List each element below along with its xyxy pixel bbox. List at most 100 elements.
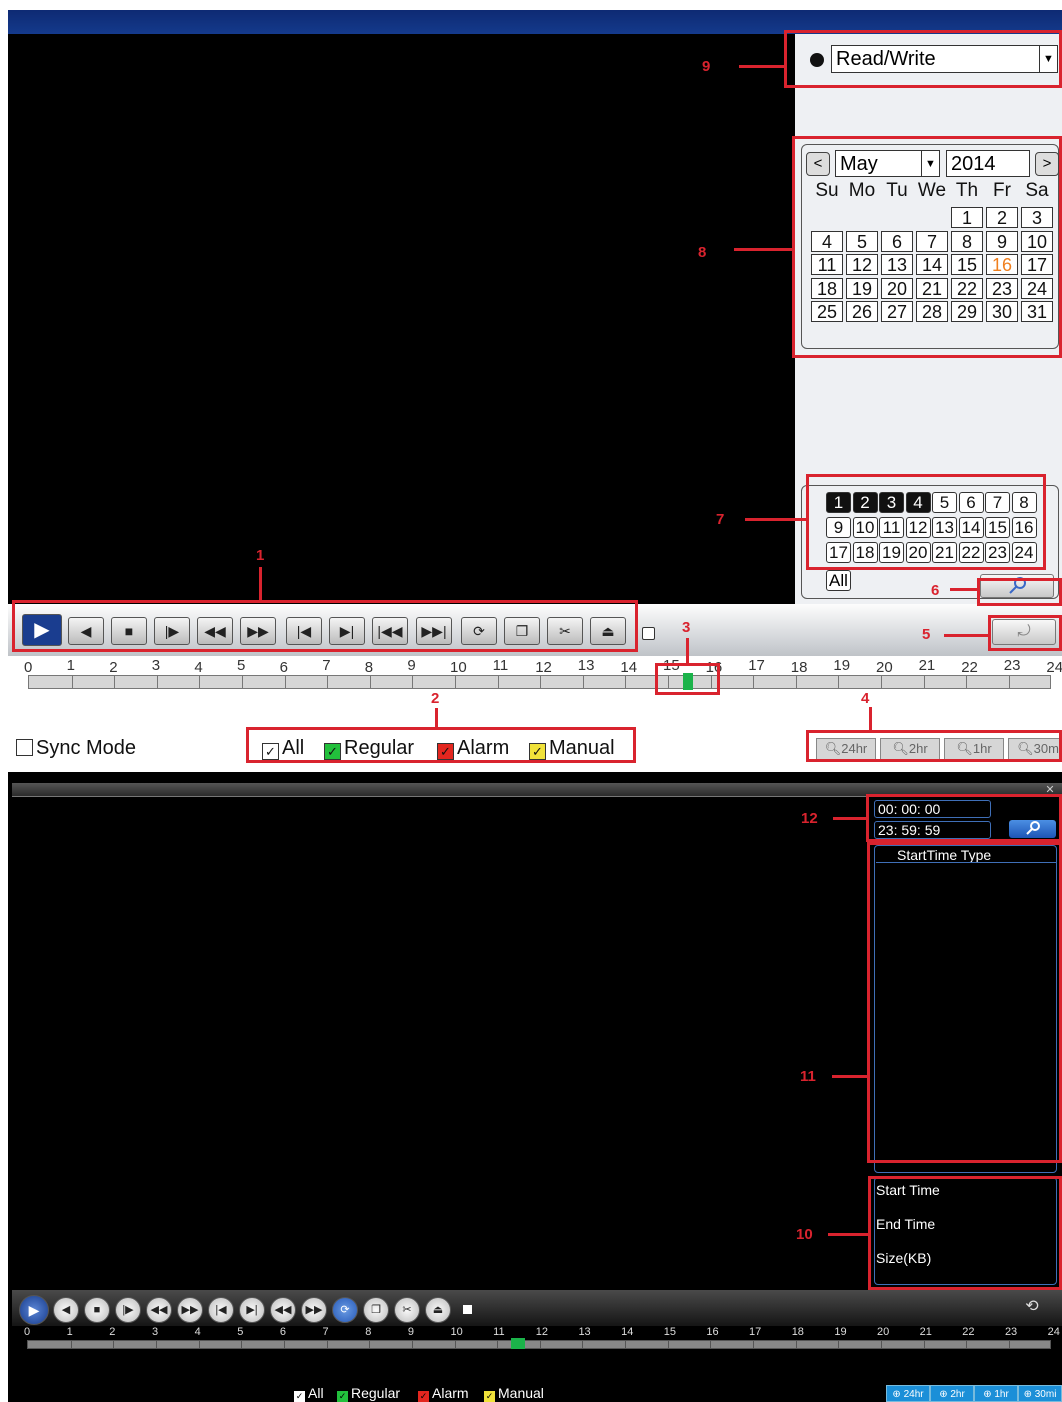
- channel-checkbox[interactable]: 1: [826, 492, 851, 513]
- channel-checkbox[interactable]: 11: [879, 517, 904, 538]
- next-file-button[interactable]: ▶▶|: [416, 617, 452, 645]
- channel-checkbox[interactable]: 24: [1011, 542, 1037, 563]
- channel-checkbox[interactable]: 10: [852, 517, 878, 538]
- clip-scissors-button-2[interactable]: ✂: [394, 1297, 420, 1323]
- sync-indicator-checkbox[interactable]: [642, 627, 655, 640]
- start-time-field[interactable]: 00: 00: 00: [874, 800, 991, 818]
- previous-frame-button[interactable]: |◀: [286, 617, 322, 645]
- calendar-day[interactable]: 19: [846, 277, 878, 299]
- list-toggle-button[interactable]: ⤾: [992, 619, 1056, 645]
- previous-file-button[interactable]: |◀◀: [372, 617, 408, 645]
- filter-alarm-2[interactable]: ✓ Alarm: [418, 1385, 469, 1402]
- calendar-day[interactable]: 28: [916, 301, 948, 322]
- calendar-day[interactable]: 16: [986, 254, 1018, 275]
- loop-button-2[interactable]: ⟳: [332, 1297, 358, 1323]
- zoom-1hr-button[interactable]: 🔍︎1hr: [944, 738, 1004, 760]
- channel-checkbox[interactable]: 17: [826, 542, 851, 563]
- calendar-day[interactable]: 7: [916, 230, 948, 252]
- channel-checkbox[interactable]: 18: [852, 542, 878, 563]
- zoom-30m-button[interactable]: 🔍︎30m: [1008, 738, 1062, 760]
- calendar-day[interactable]: 15: [951, 254, 983, 275]
- previous-file-button-2[interactable]: ◀◀: [270, 1297, 296, 1323]
- calendar-day[interactable]: 21: [916, 277, 948, 299]
- backup-button-2[interactable]: ⏏: [425, 1297, 451, 1323]
- month-select[interactable]: May ▼: [835, 150, 940, 177]
- channel-checkbox[interactable]: 3: [879, 492, 904, 513]
- timeline-bar-2[interactable]: [27, 1340, 1051, 1349]
- frame-step-button-2[interactable]: |▶: [115, 1297, 141, 1323]
- frame-step-button[interactable]: |▶: [154, 617, 190, 645]
- calendar-day[interactable]: 5: [846, 230, 878, 252]
- calendar-day[interactable]: 17: [1021, 254, 1053, 275]
- calendar-day[interactable]: 1: [951, 207, 983, 228]
- timeline-bar[interactable]: [28, 675, 1051, 689]
- video-playback-area-2[interactable]: [12, 798, 867, 1288]
- calendar-day[interactable]: 26: [846, 301, 878, 322]
- calendar-day[interactable]: 25: [811, 301, 843, 322]
- filter-all-2[interactable]: ✓ All: [294, 1385, 324, 1402]
- channel-checkbox[interactable]: 13: [932, 517, 957, 538]
- zoom-1hr-button-2[interactable]: ⊕ 1hr: [974, 1385, 1018, 1402]
- stream-mode-select[interactable]: Read/Write ▼: [831, 45, 1058, 73]
- channel-checkbox[interactable]: 5: [932, 492, 957, 513]
- filter-regular[interactable]: ✓ Regular: [324, 737, 414, 760]
- file-list[interactable]: [874, 845, 1057, 1173]
- calendar-day[interactable]: 30: [986, 301, 1018, 322]
- next-frame-button-2[interactable]: ▶|: [239, 1297, 265, 1323]
- channel-checkbox[interactable]: 14: [958, 517, 984, 538]
- channel-checkbox[interactable]: 22: [958, 542, 984, 563]
- zoom-24hr-button[interactable]: 🔍︎24hr: [816, 738, 876, 760]
- calendar-day[interactable]: 29: [951, 301, 983, 322]
- slow-play-button[interactable]: ◀◀: [197, 617, 233, 645]
- zoom-2hr-button[interactable]: 🔍︎2hr: [880, 738, 940, 760]
- calendar-day[interactable]: 22: [951, 277, 983, 299]
- channel-all-button[interactable]: All: [826, 570, 851, 591]
- calendar-day[interactable]: 2: [986, 207, 1018, 228]
- filter-manual-2[interactable]: ✓ Manual: [484, 1385, 544, 1402]
- channel-checkbox[interactable]: 2: [852, 492, 878, 513]
- calendar-day[interactable]: 20: [881, 277, 913, 299]
- channel-checkbox[interactable]: 4: [905, 492, 931, 513]
- calendar-day[interactable]: 13: [881, 254, 913, 275]
- clip-scissors-button[interactable]: ✂: [547, 617, 583, 645]
- filter-all[interactable]: ✓ All: [262, 737, 304, 760]
- channel-checkbox[interactable]: 7: [985, 492, 1010, 513]
- list-toggle-button-2[interactable]: ⟲: [1010, 1297, 1054, 1317]
- calendar-day[interactable]: 6: [881, 230, 913, 252]
- year-field[interactable]: 2014: [946, 150, 1030, 177]
- reverse-play-button-2[interactable]: ◀: [53, 1297, 79, 1323]
- channel-checkbox[interactable]: 16: [1011, 517, 1037, 538]
- calendar-day[interactable]: 3: [1021, 207, 1053, 228]
- channel-checkbox[interactable]: 9: [826, 517, 851, 538]
- slow-play-button-2[interactable]: ◀◀: [146, 1297, 172, 1323]
- channel-checkbox[interactable]: 23: [985, 542, 1010, 563]
- channel-checkbox[interactable]: 21: [932, 542, 957, 563]
- sync-indicator-checkbox-2[interactable]: [463, 1305, 472, 1314]
- zoom-2hr-button-2[interactable]: ⊕ 2hr: [930, 1385, 974, 1402]
- loop-button[interactable]: ⟳: [461, 617, 497, 645]
- calendar-day[interactable]: 27: [881, 301, 913, 322]
- close-icon[interactable]: ✕: [1043, 784, 1057, 796]
- calendar-day[interactable]: 9: [986, 230, 1018, 252]
- channel-checkbox[interactable]: 15: [985, 517, 1010, 538]
- end-time-field[interactable]: 23: 59: 59: [874, 821, 991, 839]
- next-file-button-2[interactable]: ▶▶: [301, 1297, 327, 1323]
- fullscreen-button[interactable]: ❐: [504, 617, 540, 645]
- fast-forward-button-2[interactable]: ▶▶: [177, 1297, 203, 1323]
- recording-segment-2[interactable]: [511, 1338, 525, 1349]
- fast-forward-button[interactable]: ▶▶: [240, 617, 276, 645]
- next-month-button[interactable]: >: [1035, 152, 1059, 176]
- channel-checkbox[interactable]: 6: [958, 492, 984, 513]
- video-playback-area[interactable]: [8, 34, 795, 604]
- prev-month-button[interactable]: <: [806, 152, 830, 176]
- zoom-24hr-button-2[interactable]: ⊕ 24hr: [886, 1385, 930, 1402]
- next-frame-button[interactable]: ▶|: [329, 617, 365, 645]
- time-search-button[interactable]: [1009, 820, 1056, 838]
- recording-segment[interactable]: [683, 673, 693, 690]
- channel-checkbox[interactable]: 20: [905, 542, 931, 563]
- play-button-2[interactable]: ▶: [19, 1295, 49, 1325]
- search-button[interactable]: [980, 574, 1054, 598]
- filter-regular-2[interactable]: ✓ Regular: [337, 1385, 400, 1402]
- calendar-day[interactable]: 24: [1021, 277, 1053, 299]
- zoom-30mi-button-2[interactable]: ⊕ 30mi: [1018, 1385, 1062, 1402]
